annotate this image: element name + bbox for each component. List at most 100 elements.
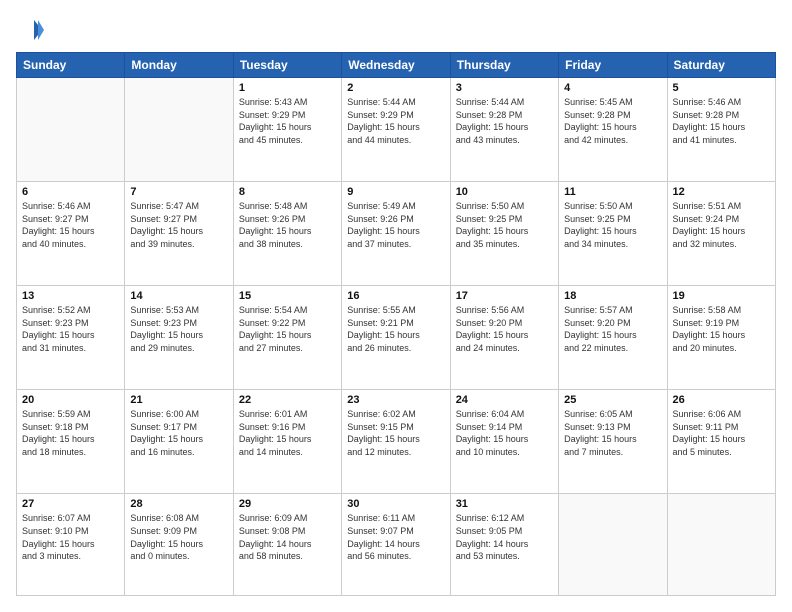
day-number: 14 [130,290,227,302]
day-number: 10 [456,186,553,198]
day-number: 27 [22,498,119,510]
day-number: 22 [239,394,336,406]
day-info: Sunrise: 5:45 AM Sunset: 9:28 PM Dayligh… [564,96,661,146]
day-number: 9 [347,186,444,198]
day-number: 24 [456,394,553,406]
calendar-header-row: SundayMondayTuesdayWednesdayThursdayFrid… [17,53,776,78]
day-number: 26 [673,394,770,406]
day-number: 25 [564,394,661,406]
day-number: 23 [347,394,444,406]
day-info: Sunrise: 5:47 AM Sunset: 9:27 PM Dayligh… [130,200,227,250]
day-info: Sunrise: 6:06 AM Sunset: 9:11 PM Dayligh… [673,408,770,458]
calendar-header-saturday: Saturday [667,53,775,78]
calendar-cell: 16 Sunrise: 5:55 AM Sunset: 9:21 PM Dayli… [342,286,450,390]
day-info: Sunrise: 6:12 AM Sunset: 9:05 PM Dayligh… [456,512,553,562]
calendar-header-friday: Friday [559,53,667,78]
calendar-week-row: 27 Sunrise: 6:07 AM Sunset: 9:10 PM Dayli… [17,494,776,596]
day-number: 20 [22,394,119,406]
day-info: Sunrise: 5:46 AM Sunset: 9:27 PM Dayligh… [22,200,119,250]
day-info: Sunrise: 5:48 AM Sunset: 9:26 PM Dayligh… [239,200,336,250]
calendar-cell: 31 Sunrise: 6:12 AM Sunset: 9:05 PM Dayli… [450,494,558,596]
day-number: 1 [239,82,336,94]
day-info: Sunrise: 5:43 AM Sunset: 9:29 PM Dayligh… [239,96,336,146]
day-number: 7 [130,186,227,198]
calendar-cell: 8 Sunrise: 5:48 AM Sunset: 9:26 PM Daylig… [233,182,341,286]
calendar-cell [667,494,775,596]
calendar-cell: 23 Sunrise: 6:02 AM Sunset: 9:15 PM Dayli… [342,390,450,494]
day-info: Sunrise: 5:57 AM Sunset: 9:20 PM Dayligh… [564,304,661,354]
day-number: 8 [239,186,336,198]
day-info: Sunrise: 5:51 AM Sunset: 9:24 PM Dayligh… [673,200,770,250]
day-info: Sunrise: 5:55 AM Sunset: 9:21 PM Dayligh… [347,304,444,354]
calendar-cell: 30 Sunrise: 6:11 AM Sunset: 9:07 PM Dayli… [342,494,450,596]
calendar-header-tuesday: Tuesday [233,53,341,78]
page: SundayMondayTuesdayWednesdayThursdayFrid… [0,0,792,612]
day-info: Sunrise: 5:44 AM Sunset: 9:28 PM Dayligh… [456,96,553,146]
day-info: Sunrise: 5:58 AM Sunset: 9:19 PM Dayligh… [673,304,770,354]
calendar-cell: 10 Sunrise: 5:50 AM Sunset: 9:25 PM Dayli… [450,182,558,286]
day-info: Sunrise: 6:01 AM Sunset: 9:16 PM Dayligh… [239,408,336,458]
calendar-header-monday: Monday [125,53,233,78]
calendar-cell: 2 Sunrise: 5:44 AM Sunset: 9:29 PM Daylig… [342,78,450,182]
calendar-cell: 29Sunrise: 6:09 AM Sunset: 9:08 PM Dayli… [233,494,341,596]
day-info: Sunrise: 6:02 AM Sunset: 9:15 PM Dayligh… [347,408,444,458]
day-info: Sunrise: 5:54 AM Sunset: 9:22 PM Dayligh… [239,304,336,354]
calendar-cell: 19 Sunrise: 5:58 AM Sunset: 9:19 PM Dayli… [667,286,775,390]
day-info: Sunrise: 6:07 AM Sunset: 9:10 PM Dayligh… [22,512,119,562]
calendar-cell: 6Sunrise: 5:46 AM Sunset: 9:27 PM Daylig… [17,182,125,286]
day-info: Sunrise: 6:08 AM Sunset: 9:09 PM Dayligh… [130,512,227,562]
calendar-cell: 11Sunrise: 5:50 AM Sunset: 9:25 PM Dayli… [559,182,667,286]
day-number: 3 [456,82,553,94]
day-number: 2 [347,82,444,94]
day-number: 15 [239,290,336,302]
calendar-cell: 27 Sunrise: 6:07 AM Sunset: 9:10 PM Dayli… [17,494,125,596]
day-info: Sunrise: 5:44 AM Sunset: 9:29 PM Dayligh… [347,96,444,146]
day-number: 4 [564,82,661,94]
day-number: 18 [564,290,661,302]
calendar-header-wednesday: Wednesday [342,53,450,78]
day-number: 28 [130,498,227,510]
calendar-week-row: 13 Sunrise: 5:52 AM Sunset: 9:23 PM Dayli… [17,286,776,390]
calendar-cell [125,78,233,182]
day-number: 13 [22,290,119,302]
day-info: Sunrise: 5:59 AM Sunset: 9:18 PM Dayligh… [22,408,119,458]
day-info: Sunrise: 5:49 AM Sunset: 9:26 PM Dayligh… [347,200,444,250]
calendar-cell: 9 Sunrise: 5:49 AM Sunset: 9:26 PM Daylig… [342,182,450,286]
calendar-cell: 14 Sunrise: 5:53 AM Sunset: 9:23 PM Dayli… [125,286,233,390]
calendar-week-row: 1 Sunrise: 5:43 AM Sunset: 9:29 PM Daylig… [17,78,776,182]
day-info: Sunrise: 6:09 AM Sunset: 9:08 PM Dayligh… [239,512,336,562]
day-info: Sunrise: 6:11 AM Sunset: 9:07 PM Dayligh… [347,512,444,562]
calendar-cell: 24Sunrise: 6:04 AM Sunset: 9:14 PM Dayli… [450,390,558,494]
day-info: Sunrise: 5:50 AM Sunset: 9:25 PM Dayligh… [456,200,553,250]
day-number: 19 [673,290,770,302]
calendar-cell: 18 Sunrise: 5:57 AM Sunset: 9:20 PM Dayli… [559,286,667,390]
logo [16,16,48,44]
logo-icon [16,16,44,44]
day-info: Sunrise: 6:00 AM Sunset: 9:17 PM Dayligh… [130,408,227,458]
calendar-cell: 20 Sunrise: 5:59 AM Sunset: 9:18 PM Dayli… [17,390,125,494]
day-info: Sunrise: 5:53 AM Sunset: 9:23 PM Dayligh… [130,304,227,354]
calendar-cell: 25 Sunrise: 6:05 AM Sunset: 9:13 PM Dayli… [559,390,667,494]
day-number: 5 [673,82,770,94]
day-info: Sunrise: 5:46 AM Sunset: 9:28 PM Dayligh… [673,96,770,146]
calendar-cell: 3 Sunrise: 5:44 AM Sunset: 9:28 PM Daylig… [450,78,558,182]
day-info: Sunrise: 6:05 AM Sunset: 9:13 PM Dayligh… [564,408,661,458]
calendar-week-row: 20 Sunrise: 5:59 AM Sunset: 9:18 PM Dayli… [17,390,776,494]
calendar-week-row: 6Sunrise: 5:46 AM Sunset: 9:27 PM Daylig… [17,182,776,286]
day-number: 17 [456,290,553,302]
day-info: Sunrise: 5:56 AM Sunset: 9:20 PM Dayligh… [456,304,553,354]
calendar-cell: 13 Sunrise: 5:52 AM Sunset: 9:23 PM Dayli… [17,286,125,390]
calendar-cell: 7 Sunrise: 5:47 AM Sunset: 9:27 PM Daylig… [125,182,233,286]
calendar-header-sunday: Sunday [17,53,125,78]
calendar-cell: 17 Sunrise: 5:56 AM Sunset: 9:20 PM Dayli… [450,286,558,390]
calendar-cell: 28 Sunrise: 6:08 AM Sunset: 9:09 PM Dayli… [125,494,233,596]
day-number: 16 [347,290,444,302]
day-number: 30 [347,498,444,510]
day-info: Sunrise: 5:50 AM Sunset: 9:25 PM Dayligh… [564,200,661,250]
calendar-cell: 4 Sunrise: 5:45 AM Sunset: 9:28 PM Daylig… [559,78,667,182]
day-number: 31 [456,498,553,510]
day-info: Sunrise: 5:52 AM Sunset: 9:23 PM Dayligh… [22,304,119,354]
calendar-header-thursday: Thursday [450,53,558,78]
header [16,16,776,44]
calendar-cell: 5 Sunrise: 5:46 AM Sunset: 9:28 PM Daylig… [667,78,775,182]
